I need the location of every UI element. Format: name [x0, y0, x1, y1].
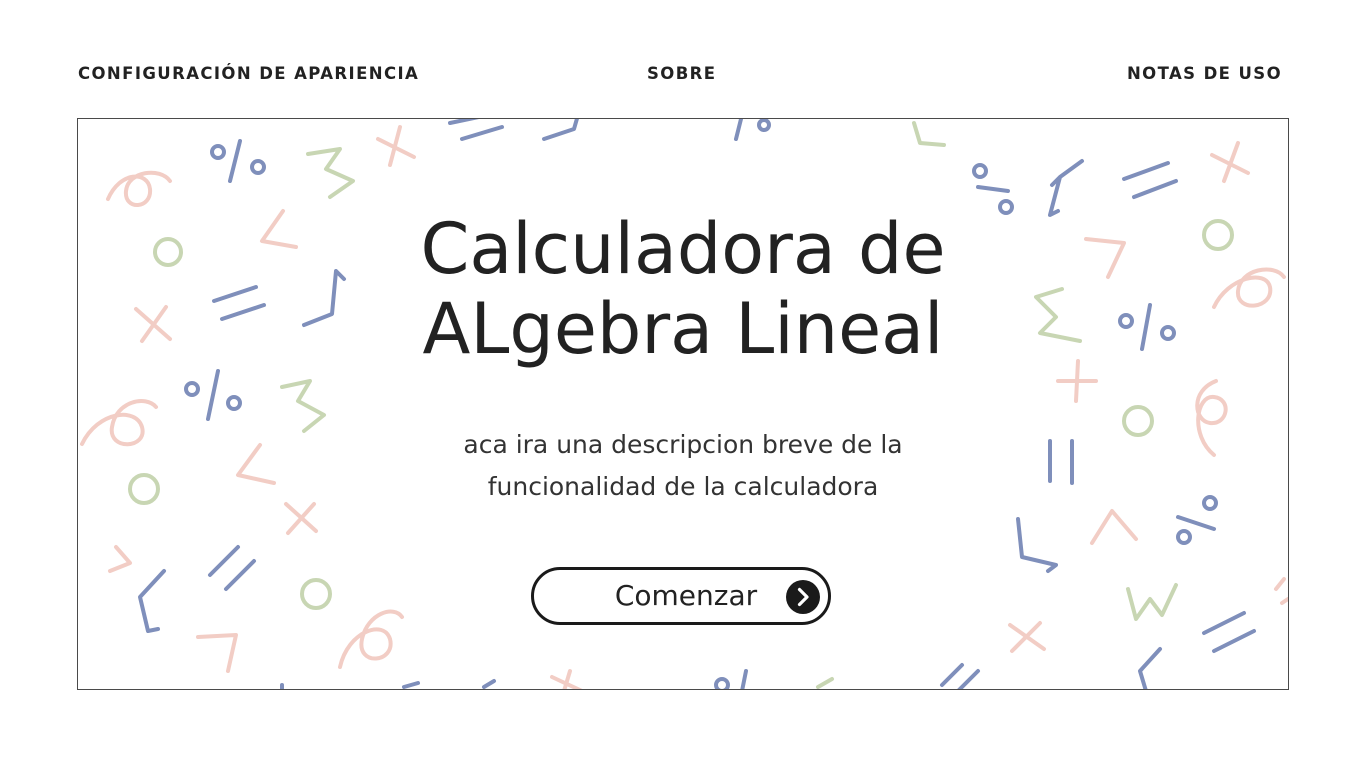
hero-description: aca ira una descripcion breve de la func…	[383, 424, 983, 508]
nav-link-appearance-settings[interactable]: CONFIGURACIÓN DE APARIENCIA	[78, 64, 419, 83]
page-title-line-1: Calculadora de	[420, 208, 946, 290]
nav-link-usage-notes[interactable]: NOTAS DE USO	[1127, 64, 1282, 83]
nav-link-about[interactable]: SOBRE	[647, 64, 716, 83]
hero-description-line-2: funcionalidad de la calculadora	[487, 472, 879, 501]
hero-panel: Calculadora de ALgebra Lineal aca ira un…	[77, 118, 1289, 690]
page-title-line-2: ALgebra Lineal	[422, 288, 944, 370]
hero-content: Calculadora de ALgebra Lineal aca ira un…	[78, 119, 1288, 689]
page-title: Calculadora de ALgebra Lineal	[333, 209, 1033, 369]
hero-description-line-1: aca ira una descripcion breve de la	[463, 430, 903, 459]
top-navigation: CONFIGURACIÓN DE APARIENCIA SOBRE NOTAS …	[78, 64, 1282, 90]
start-button[interactable]: Comenzar	[531, 567, 831, 625]
chevron-right-icon	[786, 580, 820, 614]
